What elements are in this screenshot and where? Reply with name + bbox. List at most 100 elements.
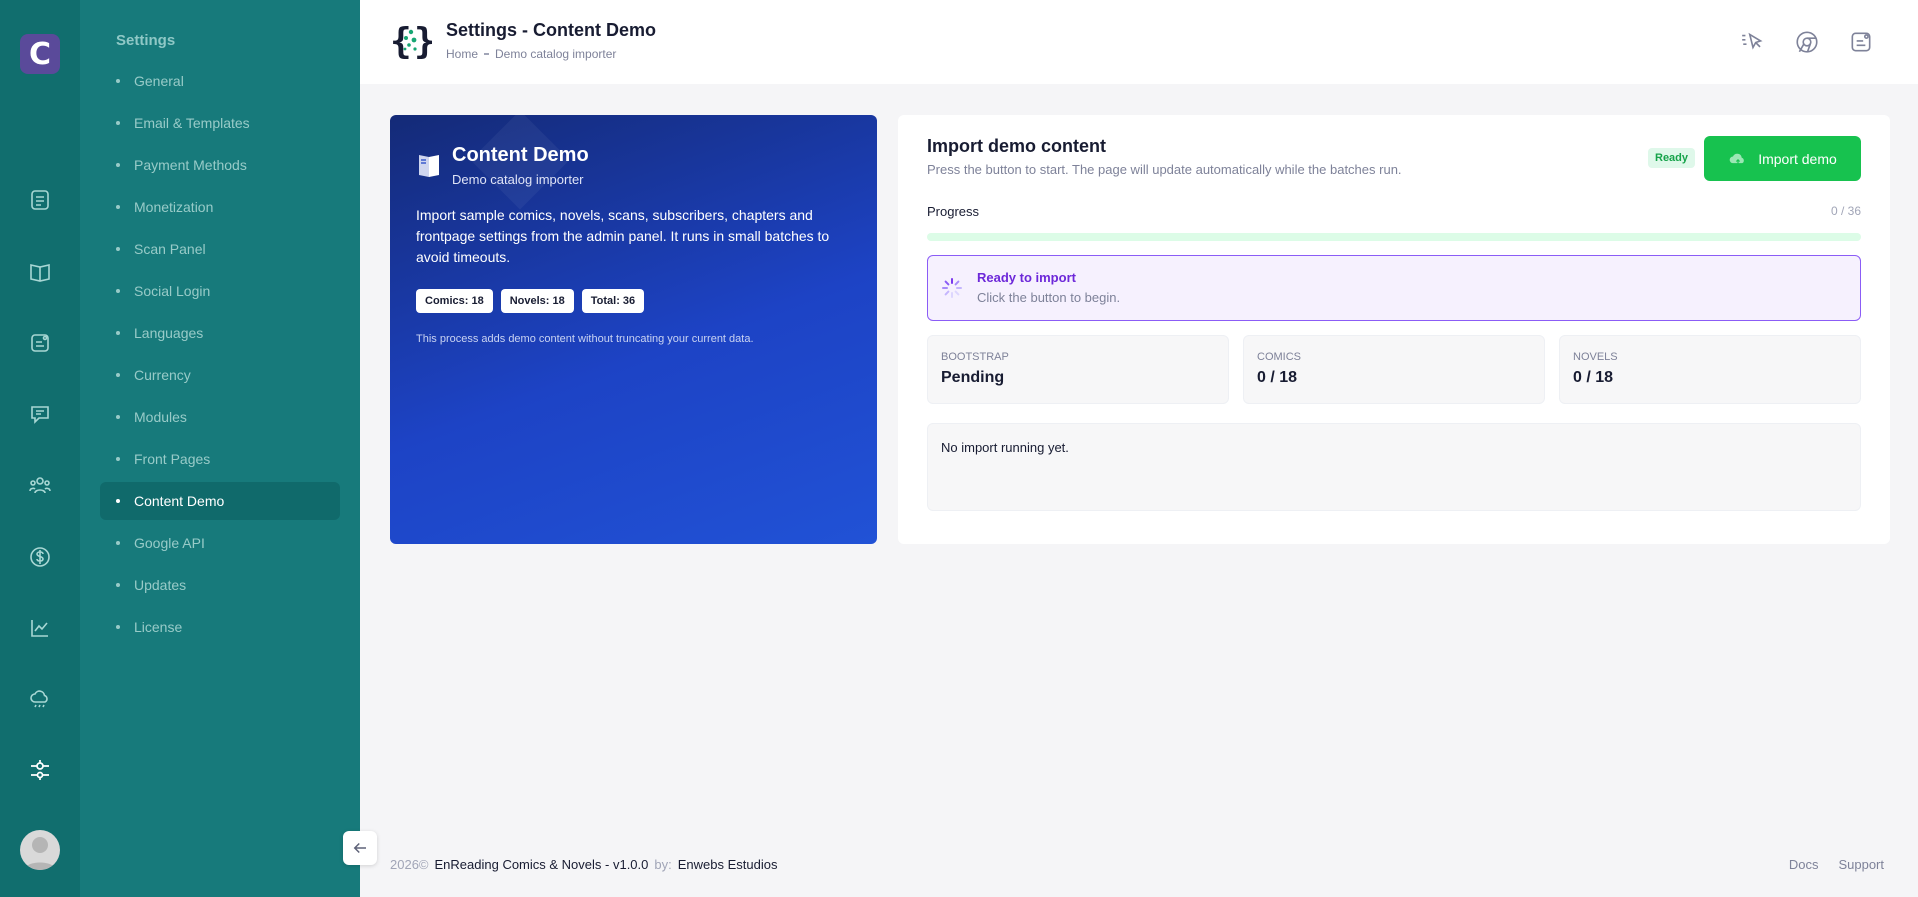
menu-item-content-demo[interactable]: Content Demo <box>100 482 340 520</box>
ready-subtitle: Click the button to begin. <box>977 290 1121 305</box>
stat-bootstrap: Bootstrap Pending <box>927 335 1229 404</box>
bullet-dot <box>116 205 120 209</box>
book-open-icon[interactable] <box>26 258 54 286</box>
avatar[interactable] <box>20 830 60 870</box>
settings-menu: Settings General Email & Templates Payme… <box>80 0 360 897</box>
menu-item-label: Modules <box>134 409 187 425</box>
users-icon[interactable] <box>26 471 54 499</box>
svg-text:}: } <box>414 21 432 62</box>
bullet-dot <box>116 373 120 377</box>
import-card: Import demo content Press the button to … <box>898 115 1890 544</box>
menu-item-label: License <box>134 619 183 635</box>
docs-link[interactable]: Docs <box>1789 857 1819 872</box>
cloud-rain-icon[interactable] <box>26 685 54 713</box>
footer-author-link[interactable]: Enwebs Estudios <box>678 857 778 872</box>
stat-value: Pending <box>941 369 1005 386</box>
menu-item-payment-methods[interactable]: Payment Methods <box>100 146 340 184</box>
hero-title: Content Demo <box>452 144 589 166</box>
import-demo-button[interactable]: Import demo <box>1704 136 1861 181</box>
bullet-dot <box>116 331 120 335</box>
menu-item-front-pages[interactable]: Front Pages <box>100 440 340 478</box>
menu-item-label: Payment Methods <box>134 157 247 173</box>
stat-label: Bootstrap <box>941 351 1009 363</box>
menu-item-label: General <box>134 73 184 89</box>
menu-item-label: Front Pages <box>134 451 211 467</box>
content-demo-hero: Content Demo Demo catalog importer Impor… <box>390 115 877 544</box>
app-logo-letter: C <box>28 36 52 72</box>
footer-links: Docs Support <box>1789 857 1884 872</box>
import-description: Press the button to start. The page will… <box>927 162 1402 177</box>
breadcrumb: Home Demo catalog importer <box>446 47 616 61</box>
menu-item-label: Currency <box>134 367 191 383</box>
menu-item-scan-panel[interactable]: Scan Panel <box>100 230 340 268</box>
progress-label: Progress <box>927 204 980 219</box>
menu-item-modules[interactable]: Modules <box>100 398 340 436</box>
count-pills: Comics: 18 Novels: 18 Total: 36 <box>416 289 645 313</box>
footer: 2026© EnReading Comics & Novels - v1.0.0… <box>390 857 777 872</box>
breadcrumb-separator <box>484 53 490 55</box>
ready-title: Ready to import <box>977 270 1076 285</box>
menu-item-label: Email & Templates <box>134 115 250 131</box>
menu-item-email-templates[interactable]: Email & Templates <box>100 104 340 142</box>
bullet-dot <box>116 625 120 629</box>
bullet-dot <box>116 163 120 167</box>
bullet-dot <box>116 79 120 83</box>
footer-product: EnReading Comics & Novels - v1.0.0 <box>434 857 649 872</box>
dollar-icon[interactable] <box>26 543 54 571</box>
menu-item-license[interactable]: License <box>100 608 340 646</box>
sliders-icon[interactable] <box>26 756 54 784</box>
progress-bar <box>927 233 1861 241</box>
menu-item-label: Google API <box>134 535 205 551</box>
bullet-dot <box>116 541 120 545</box>
chart-line-icon[interactable] <box>26 614 54 642</box>
menu-item-currency[interactable]: Currency <box>100 356 340 394</box>
menu-title: Settings <box>116 32 176 49</box>
app-logo[interactable]: C <box>20 34 60 74</box>
document-icon[interactable] <box>26 186 54 214</box>
note-icon[interactable] <box>26 329 54 357</box>
stat-comics: Comics 0 / 18 <box>1243 335 1545 404</box>
menu-item-label: Content Demo <box>134 493 225 509</box>
hero-note: This process adds demo content without t… <box>416 333 754 345</box>
status-badge: Ready <box>1648 148 1696 168</box>
menu-item-label: Scan Panel <box>134 241 206 257</box>
menu-item-languages[interactable]: Languages <box>100 314 340 352</box>
bullet-dot <box>116 415 120 419</box>
cursor-click-icon[interactable] <box>1738 27 1768 57</box>
bullet-dot <box>116 121 120 125</box>
menu-item-label: Monetization <box>134 199 214 215</box>
spinner-icon <box>940 276 964 300</box>
bullet-dot <box>116 457 120 461</box>
notes-icon[interactable] <box>1846 27 1876 57</box>
total-count-pill: Total: 36 <box>581 289 645 313</box>
footer-year: 2026© <box>390 857 429 872</box>
collapse-sidebar-button[interactable] <box>343 831 377 865</box>
menu-item-google-api[interactable]: Google API <box>100 524 340 562</box>
chrome-icon[interactable] <box>1792 27 1822 57</box>
breadcrumb-home[interactable]: Home <box>446 47 478 61</box>
menu-item-general[interactable]: General <box>100 62 340 100</box>
bullet-dot <box>116 289 120 293</box>
menu-item-social-login[interactable]: Social Login <box>100 272 340 310</box>
menu-item-updates[interactable]: Updates <box>100 566 340 604</box>
log-text: No import running yet. <box>941 440 1069 455</box>
menu-item-label: Languages <box>134 325 204 341</box>
cloud-icon <box>1729 153 1745 165</box>
bullet-dot <box>116 247 120 251</box>
comics-count-pill: Comics: 18 <box>416 289 493 313</box>
bullet-dot <box>116 583 120 587</box>
import-title: Import demo content <box>927 136 1106 156</box>
progress-count: 0 / 36 <box>1830 204 1861 218</box>
hero-subtitle: Demo catalog importer <box>452 172 584 187</box>
menu-item-monetization[interactable]: Monetization <box>100 188 340 226</box>
ready-alert: Ready to import Click the button to begi… <box>927 255 1861 321</box>
message-icon[interactable] <box>26 400 54 428</box>
icon-rail: C <box>0 0 80 897</box>
support-link[interactable]: Support <box>1838 857 1884 872</box>
settings-menu-list: General Email & Templates Payment Method… <box>100 62 340 650</box>
stat-novels: Novels 0 / 18 <box>1559 335 1861 404</box>
bullet-dot <box>116 499 120 503</box>
arrow-left-icon <box>353 842 366 854</box>
hero-description: Import sample comics, novels, scans, sub… <box>416 207 830 265</box>
page-title: Settings - Content Demo <box>446 20 656 40</box>
